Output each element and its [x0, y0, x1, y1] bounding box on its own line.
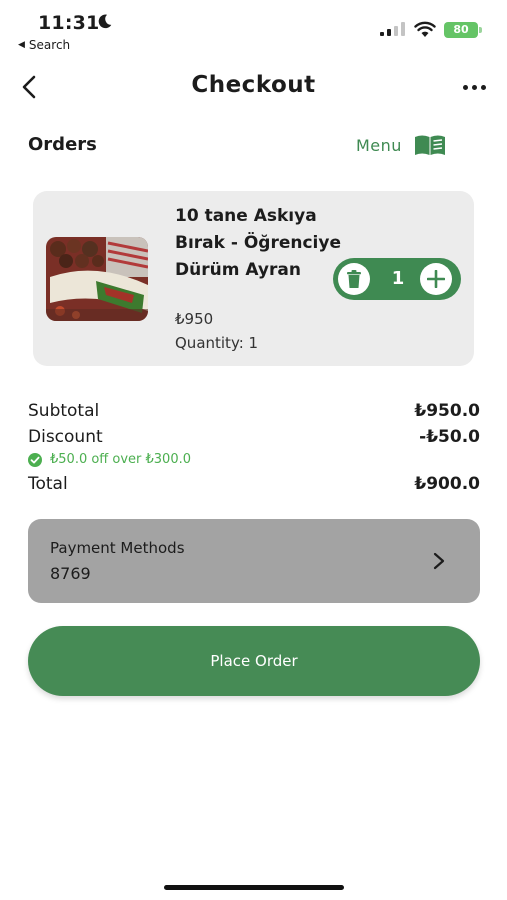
total-row: Total ₺900.0 — [28, 474, 480, 494]
dot — [480, 84, 486, 90]
item-name: 10 tane Askıya Bırak - Öğrenciye Dürüm A… — [175, 206, 341, 280]
subtotal-value: ₺950.0 — [414, 401, 480, 421]
header: Checkout — [0, 64, 507, 110]
place-order-button[interactable]: Place Order — [28, 626, 480, 696]
total-label: Total — [28, 474, 68, 494]
discount-note: ₺50.0 off over ₺300.0 — [28, 452, 191, 467]
discount-row: Discount -₺50.0 — [28, 427, 480, 447]
back-app-label: Search — [28, 38, 71, 52]
wifi-icon — [414, 21, 436, 37]
battery-indicator: 80 — [444, 22, 482, 38]
item-quantity: Quantity: 1 — [175, 334, 259, 352]
back-triangle-icon: ◀ — [18, 40, 25, 50]
plus-icon — [427, 270, 445, 288]
check-circle-icon — [28, 452, 42, 467]
menu-link[interactable]: Menu — [356, 134, 446, 156]
delete-item-button[interactable] — [338, 263, 370, 295]
status-bar: 11:31 ◀ Search 80 — [0, 0, 507, 56]
item-price: ₺950 — [175, 310, 214, 328]
food-image — [46, 237, 148, 321]
status-time: 11:31 — [38, 12, 100, 34]
battery-tip — [479, 27, 482, 33]
back-to-app-link[interactable]: ◀ Search — [18, 38, 70, 52]
increase-quantity-button[interactable] — [420, 263, 452, 295]
chevron-right-icon — [433, 552, 445, 570]
total-value: ₺900.0 — [414, 474, 480, 494]
open-book-icon — [414, 135, 445, 155]
payment-method-value: 8769 — [50, 564, 91, 583]
payment-methods-button[interactable]: Payment Methods 8769 — [28, 519, 480, 603]
quantity-stepper: 1 — [333, 258, 461, 300]
discount-value: -₺50.0 — [419, 427, 480, 447]
dot — [462, 84, 468, 90]
battery-level: 80 — [444, 22, 478, 38]
home-indicator[interactable] — [164, 885, 344, 890]
discount-note-text: ₺50.0 off over ₺300.0 — [50, 452, 192, 467]
menu-label: Menu — [356, 135, 402, 155]
payment-methods-label: Payment Methods — [50, 539, 185, 557]
signal-icon — [380, 22, 405, 36]
trash-icon — [347, 270, 361, 288]
subtotal-label: Subtotal — [28, 401, 100, 421]
order-item-card: 10 tane Askıya Bırak - Öğrenciye Dürüm A… — [33, 191, 474, 366]
orders-heading: Orders — [28, 134, 97, 155]
dot — [471, 84, 477, 90]
moon-icon — [98, 14, 112, 29]
subtotal-row: Subtotal ₺950.0 — [28, 401, 480, 421]
stepper-quantity: 1 — [391, 268, 405, 289]
discount-label: Discount — [28, 427, 103, 447]
page-title: Checkout — [191, 72, 316, 98]
more-options-button[interactable] — [458, 77, 490, 97]
